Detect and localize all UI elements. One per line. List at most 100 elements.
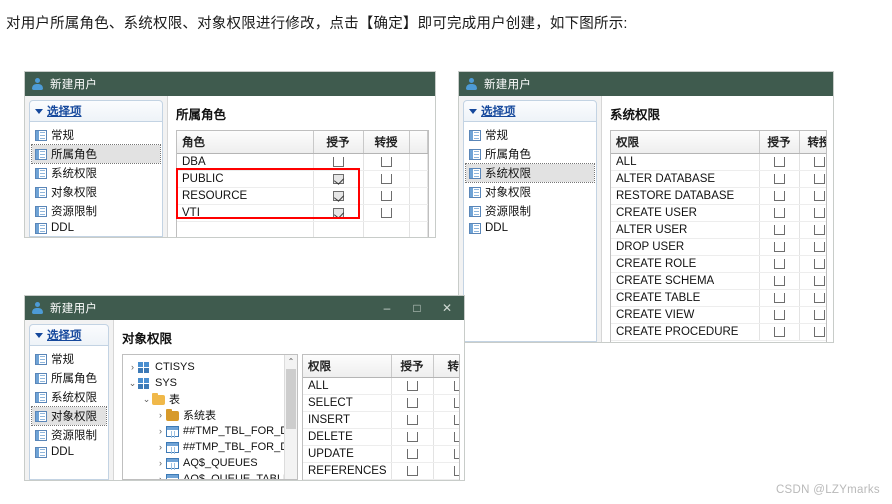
table-row[interactable]: ALL bbox=[303, 377, 459, 395]
transfer-checkbox[interactable] bbox=[453, 431, 459, 442]
cell-grant[interactable] bbox=[313, 204, 364, 222]
roles-grid[interactable]: 角色 授予 转授 DBA PUBLIC RESOURCE VTI bbox=[176, 130, 429, 237]
sidebar-item-resource-limits[interactable]: 资源限制 bbox=[32, 202, 160, 220]
cell-transfer[interactable] bbox=[799, 323, 826, 341]
grant-checkbox[interactable] bbox=[406, 431, 418, 442]
grant-checkbox[interactable] bbox=[406, 380, 418, 391]
table-row[interactable]: UPDATE bbox=[303, 445, 459, 463]
tree-item[interactable]: › 系统表 bbox=[127, 407, 297, 423]
cell-transfer[interactable] bbox=[363, 204, 410, 222]
sidebar-item-ddl[interactable]: DDL bbox=[32, 445, 106, 459]
cell-grant[interactable] bbox=[391, 462, 434, 480]
transfer-checkbox[interactable] bbox=[453, 380, 459, 391]
grant-checkbox[interactable] bbox=[773, 275, 785, 286]
chevron-right-icon[interactable]: › bbox=[155, 458, 166, 468]
grant-checkbox[interactable] bbox=[773, 241, 785, 252]
grant-checkbox[interactable] bbox=[332, 207, 344, 218]
object-privileges-grid[interactable]: 权限 授予 转授 ALL SELECT INSERT DELETE bbox=[302, 354, 460, 480]
system-privileges-grid[interactable]: 权限 授予 转授 ALL ALTER DATABASE RESTORE DATA… bbox=[610, 130, 827, 342]
transfer-checkbox[interactable] bbox=[813, 292, 825, 303]
chevron-down-icon[interactable]: ⌄ bbox=[127, 378, 138, 389]
sidebar-item-resource-limits[interactable]: 资源限制 bbox=[466, 202, 594, 220]
table-row[interactable]: DELETE bbox=[303, 428, 459, 446]
table-row[interactable]: DBA bbox=[177, 153, 428, 171]
cell-grant[interactable] bbox=[391, 377, 434, 395]
transfer-checkbox[interactable] bbox=[813, 224, 825, 235]
table-row[interactable]: SELECT FOR DUM.. bbox=[303, 479, 459, 480]
sidebar-item-general[interactable]: 常规 bbox=[32, 126, 160, 144]
cell-grant[interactable] bbox=[759, 289, 800, 307]
tree-item[interactable]: › CTISYS bbox=[127, 359, 297, 375]
sidebar-header[interactable]: 选择项 bbox=[29, 100, 163, 122]
sidebar-item-general[interactable]: 常规 bbox=[466, 126, 594, 144]
sidebar-item-object-privileges[interactable]: 对象权限 bbox=[31, 406, 107, 426]
cell-transfer[interactable] bbox=[433, 479, 459, 480]
transfer-checkbox[interactable] bbox=[380, 173, 392, 184]
object-tree[interactable]: › CTISYS ⌄ SYS ⌄ 表 › 系统表 › ##TMP_TBL_FOR… bbox=[122, 354, 298, 480]
window-new-user-system-privileges[interactable]: 新建用户 选择项 常规 所属角色 系统权限 对象权限 资源限制 DDL 系统权限… bbox=[458, 71, 834, 343]
table-row[interactable]: CREATE ROLE bbox=[611, 255, 826, 273]
cell-grant[interactable] bbox=[391, 445, 434, 463]
grant-checkbox[interactable] bbox=[406, 448, 418, 459]
grant-checkbox[interactable] bbox=[332, 173, 344, 184]
titlebar[interactable]: 新建用户 bbox=[25, 72, 435, 96]
table-row[interactable]: CREATE USER bbox=[611, 204, 826, 222]
table-row[interactable]: VTI bbox=[177, 204, 428, 222]
col-grant[interactable]: 授予 bbox=[313, 131, 364, 154]
cell-grant[interactable] bbox=[391, 394, 434, 412]
cell-grant[interactable] bbox=[759, 255, 800, 273]
table-row[interactable]: ALTER USER bbox=[611, 221, 826, 239]
cell-transfer[interactable] bbox=[433, 394, 459, 412]
cell-transfer[interactable] bbox=[363, 153, 410, 171]
grant-checkbox[interactable] bbox=[773, 292, 785, 303]
transfer-checkbox[interactable] bbox=[813, 275, 825, 286]
cell-transfer[interactable] bbox=[799, 289, 826, 307]
cell-transfer[interactable] bbox=[363, 170, 410, 188]
table-row[interactable]: DROP USER bbox=[611, 238, 826, 256]
sidebar-item-ddl[interactable]: DDL bbox=[466, 221, 594, 235]
cell-grant[interactable] bbox=[313, 170, 364, 188]
col-transfer[interactable]: 转授 bbox=[799, 131, 826, 154]
chevron-right-icon[interactable]: › bbox=[155, 410, 166, 420]
cell-grant[interactable] bbox=[759, 272, 800, 290]
cell-grant[interactable] bbox=[391, 479, 434, 480]
cell-transfer[interactable] bbox=[799, 306, 826, 324]
table-row[interactable]: ALTER DATABASE bbox=[611, 170, 826, 188]
transfer-checkbox[interactable] bbox=[813, 173, 825, 184]
tree-item[interactable]: ⌄ SYS bbox=[127, 375, 297, 391]
sidebar-item-resource-limits[interactable]: 资源限制 bbox=[32, 426, 106, 444]
sidebar-item-roles[interactable]: 所属角色 bbox=[466, 145, 594, 163]
scroll-up-icon[interactable]: ⌃ bbox=[285, 355, 297, 368]
cell-grant[interactable] bbox=[759, 187, 800, 205]
transfer-checkbox[interactable] bbox=[813, 258, 825, 269]
transfer-checkbox[interactable] bbox=[813, 207, 825, 218]
table-row[interactable]: REFERENCES bbox=[303, 462, 459, 480]
col-privilege[interactable]: 权限 bbox=[611, 131, 760, 154]
sidebar-item-object-privileges[interactable]: 对象权限 bbox=[466, 183, 594, 201]
grant-checkbox[interactable] bbox=[773, 309, 785, 320]
cell-grant[interactable] bbox=[313, 153, 364, 171]
cell-transfer[interactable] bbox=[433, 462, 459, 480]
chevron-down-icon[interactable]: ⌄ bbox=[141, 394, 152, 405]
minimize-button[interactable]: – bbox=[372, 296, 402, 320]
sidebar-header[interactable]: 选择项 bbox=[29, 324, 109, 346]
sidebar-item-roles[interactable]: 所属角色 bbox=[32, 369, 106, 387]
transfer-checkbox[interactable] bbox=[453, 465, 459, 476]
tree-item[interactable]: › AQ$_QUEUES bbox=[127, 455, 297, 471]
tree-item[interactable]: › ##TMP_TBL_FOR_DBMS bbox=[127, 423, 297, 439]
cell-transfer[interactable] bbox=[799, 272, 826, 290]
tree-vertical-scrollbar[interactable]: ⌃ bbox=[284, 355, 297, 479]
window-new-user-roles[interactable]: 新建用户 选择项 常规 所属角色 系统权限 对象权限 资源限制 DDL 所属角色… bbox=[24, 71, 436, 238]
sidebar-item-general[interactable]: 常规 bbox=[32, 350, 106, 368]
table-row[interactable]: CREATE PROCEDURE bbox=[611, 323, 826, 341]
cell-transfer[interactable] bbox=[363, 187, 410, 205]
col-transfer[interactable]: 转授 bbox=[433, 355, 459, 378]
transfer-checkbox[interactable] bbox=[453, 448, 459, 459]
chevron-right-icon[interactable]: › bbox=[155, 474, 166, 479]
transfer-checkbox[interactable] bbox=[380, 156, 392, 167]
sidebar-item-roles[interactable]: 所属角色 bbox=[31, 144, 161, 164]
tree-item[interactable]: › AQ$_QUEUE_TABLES bbox=[127, 471, 297, 479]
sidebar-item-ddl[interactable]: DDL bbox=[32, 221, 160, 235]
chevron-right-icon[interactable]: › bbox=[155, 426, 166, 436]
close-button[interactable]: ✕ bbox=[432, 296, 462, 320]
